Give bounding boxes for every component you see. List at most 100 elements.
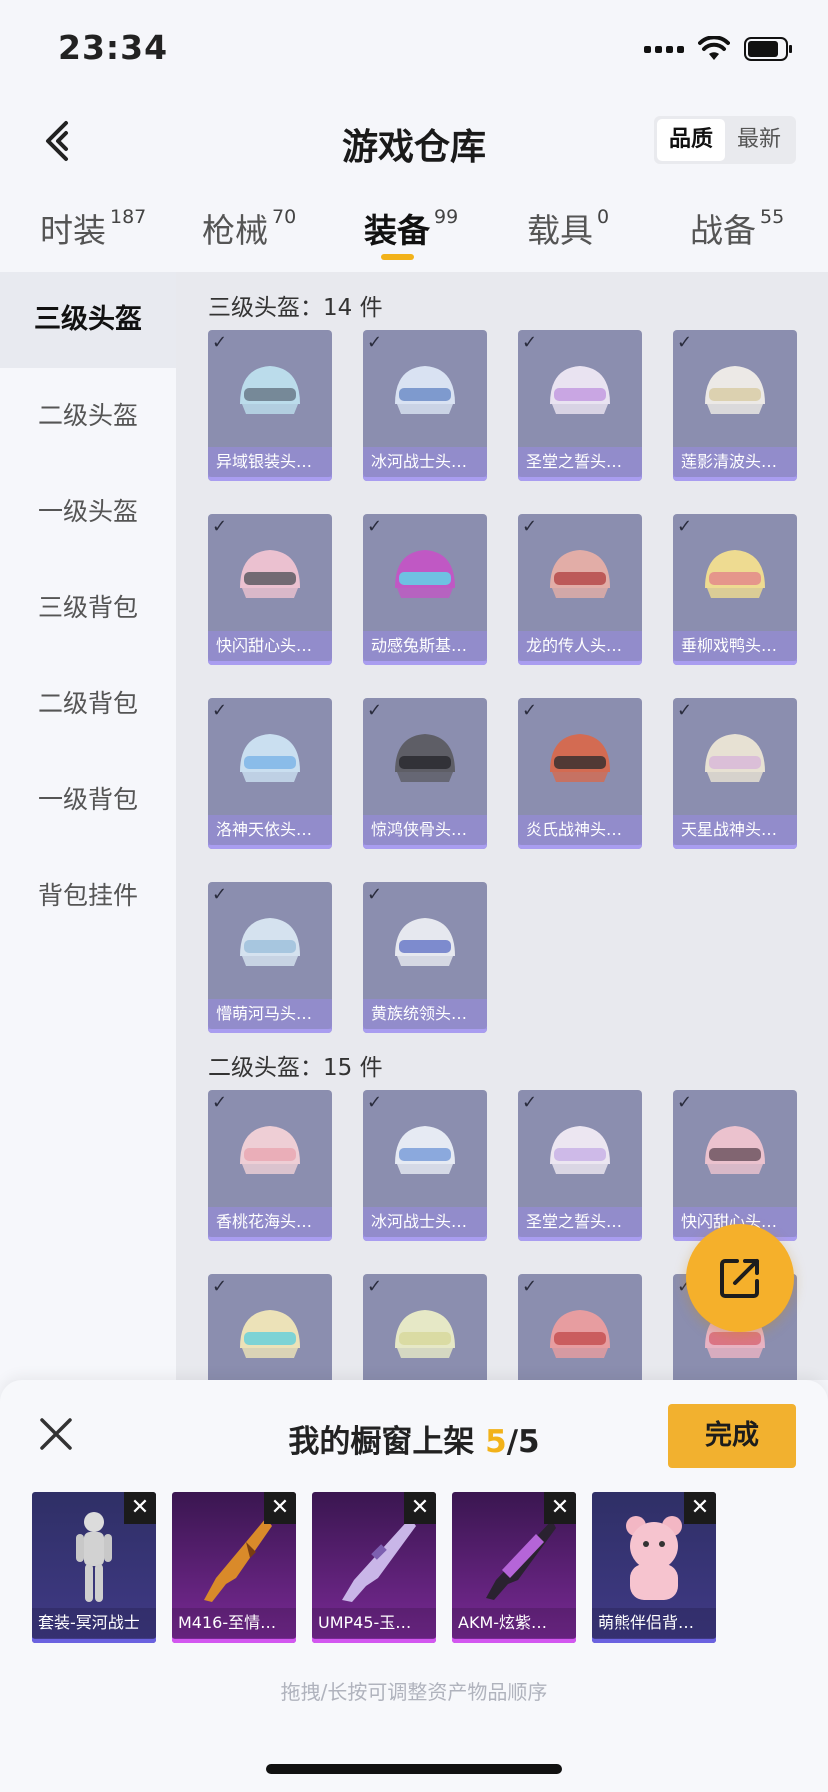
nav-item-level1-helmet[interactable]: 一级头盔 xyxy=(0,464,176,560)
showcase-slot[interactable]: ✕ 萌熊伴侣背… xyxy=(592,1492,716,1643)
item-card[interactable]: ✓ 懵萌河马头… xyxy=(208,882,332,1033)
item-card[interactable]: ✓ 惊鸿侠骨头… xyxy=(363,698,487,849)
check-icon: ✓ xyxy=(212,1276,228,1297)
nav-item-level3-helmet[interactable]: 三级头盔 xyxy=(0,272,176,368)
back-button[interactable] xyxy=(30,114,84,168)
item-card[interactable]: ✓ xyxy=(518,1274,642,1380)
check-icon: ✓ xyxy=(367,1276,383,1297)
check-icon: ✓ xyxy=(367,1092,383,1113)
tab-fashion[interactable]: 时装 187 xyxy=(40,204,146,264)
check-icon: ✓ xyxy=(677,700,693,721)
item-card[interactable]: ✓ 洛神天依头… xyxy=(208,698,332,849)
nav-item-backpack-charm[interactable]: 背包挂件 xyxy=(0,848,176,944)
item-card[interactable]: ✓ 冰河战士头… xyxy=(363,330,487,481)
sheet-title-text: 我的橱窗上架 xyxy=(288,1424,486,1460)
nav-item-level2-helmet[interactable]: 二级头盔 xyxy=(0,368,176,464)
showcase-item-name: 套装-冥河战士 xyxy=(32,1608,156,1638)
item-list[interactable]: 三级头盔：14 件 ✓ 异域银装头… ✓ 冰河战士头… ✓ 圣堂之誓头… ✓ 莲影清波头… ✓ 快… xyxy=(176,272,828,1380)
showcase-slot[interactable]: ✕ 套装-冥河战士 xyxy=(32,1492,156,1643)
tab-supplies[interactable]: 战备 55 xyxy=(690,204,784,264)
item-card[interactable]: ✓ 垂柳戏鸭头… xyxy=(673,514,797,665)
helmet-icon xyxy=(385,354,465,434)
sort-toggle: 品质 最新 xyxy=(654,116,796,164)
item-card[interactable]: ✓ 快闪甜心头… xyxy=(673,1090,797,1241)
item-card[interactable]: ✓ 圣堂之誓头… xyxy=(518,1090,642,1241)
item-name: 圣堂之誓头… xyxy=(518,447,642,477)
item-card[interactable]: ✓ 快闪甜心头… xyxy=(208,514,332,665)
item-card[interactable]: ✓ 异域银装头… xyxy=(208,330,332,481)
helmet-icon xyxy=(540,1114,620,1194)
item-name: 垂柳戏鸭头… xyxy=(673,631,797,661)
share-button[interactable] xyxy=(686,1224,794,1332)
active-tab-indicator xyxy=(381,254,414,260)
tab-count: 99 xyxy=(434,206,459,228)
check-icon: ✓ xyxy=(522,1276,538,1297)
helmet-icon xyxy=(230,538,310,618)
showcase-slot[interactable]: ✕ M416-至情… xyxy=(172,1492,296,1643)
item-card[interactable]: ✓ 黄族统领头… xyxy=(363,882,487,1033)
item-name: 炎氏战神头… xyxy=(518,815,642,845)
tab-weapons[interactable]: 枪械 70 xyxy=(202,204,296,264)
header: 游戏仓库 品质 最新 xyxy=(0,96,828,186)
check-icon: ✓ xyxy=(212,516,228,537)
nav-item-level2-backpack[interactable]: 二级背包 xyxy=(0,656,176,752)
showcase-item-name: AKM-炫紫… xyxy=(452,1608,576,1638)
tab-label: 枪械 xyxy=(202,211,268,250)
item-name: 冰河战士头… xyxy=(363,447,487,477)
check-icon: ✓ xyxy=(522,332,538,353)
helmet-icon xyxy=(385,722,465,802)
status-time: 23:34 xyxy=(58,28,169,67)
remove-icon[interactable]: ✕ xyxy=(264,1492,296,1524)
check-icon: ✓ xyxy=(367,332,383,353)
item-name: 异域银装头… xyxy=(208,447,332,477)
item-card[interactable]: ✓ 圣堂之誓头… xyxy=(518,330,642,481)
check-icon: ✓ xyxy=(677,516,693,537)
item-card[interactable]: ✓ 冰河战士头… xyxy=(363,1090,487,1241)
helmet-icon xyxy=(695,1114,775,1194)
helmet-icon xyxy=(540,354,620,434)
item-name: 黄族统领头… xyxy=(363,999,487,1029)
item-name: 动感兔斯基… xyxy=(363,631,487,661)
tab-vehicles[interactable]: 载具 0 xyxy=(527,204,609,264)
nav-item-level1-backpack[interactable]: 一级背包 xyxy=(0,752,176,848)
remove-icon[interactable]: ✕ xyxy=(544,1492,576,1524)
item-name: 莲影清波头… xyxy=(673,447,797,477)
item-name: 圣堂之誓头… xyxy=(518,1207,642,1237)
sort-option-quality[interactable]: 品质 xyxy=(657,119,725,161)
item-card[interactable]: ✓ 莲影清波头… xyxy=(673,330,797,481)
item-card[interactable]: ✓ xyxy=(208,1274,332,1380)
tab-count: 0 xyxy=(597,206,610,228)
check-icon: ✓ xyxy=(522,1092,538,1113)
item-card[interactable]: ✓ 天星战神头… xyxy=(673,698,797,849)
remove-icon[interactable]: ✕ xyxy=(684,1492,716,1524)
item-card[interactable]: ✓ 香桃花海头… xyxy=(208,1090,332,1241)
showcase-slot[interactable]: ✕ AKM-炫紫… xyxy=(452,1492,576,1643)
item-card[interactable]: ✓ 龙的传人头… xyxy=(518,514,642,665)
nav-item-level3-backpack[interactable]: 三级背包 xyxy=(0,560,176,656)
helmet-icon xyxy=(385,538,465,618)
done-button[interactable]: 完成 xyxy=(668,1404,796,1468)
sheet-close-button[interactable] xyxy=(36,1414,76,1454)
helmet-icon xyxy=(540,538,620,618)
item-card[interactable]: ✓ 炎氏战神头… xyxy=(518,698,642,849)
remove-icon[interactable]: ✕ xyxy=(404,1492,436,1524)
tab-label: 时装 xyxy=(40,211,106,250)
check-icon: ✓ xyxy=(522,700,538,721)
check-icon: ✓ xyxy=(367,884,383,905)
showcase-slot[interactable]: ✕ UMP45-玉… xyxy=(312,1492,436,1643)
tab-label: 装备 xyxy=(364,211,430,250)
check-icon: ✓ xyxy=(677,1092,693,1113)
item-card[interactable]: ✓ xyxy=(363,1274,487,1380)
check-icon: ✓ xyxy=(212,884,228,905)
showcase-item-name: UMP45-玉… xyxy=(312,1608,436,1638)
remove-icon[interactable]: ✕ xyxy=(124,1492,156,1524)
helmet-icon xyxy=(230,906,310,986)
item-card[interactable]: ✓ 动感兔斯基… xyxy=(363,514,487,665)
check-icon: ✓ xyxy=(522,516,538,537)
check-icon: ✓ xyxy=(367,516,383,537)
tab-label: 载具 xyxy=(527,211,593,250)
showcase-sheet: 我的橱窗上架 5/5 完成 ✕ 套装-冥河战士 ✕ M416-至情… ✕ UMP45-玉…… xyxy=(0,1380,828,1792)
showcase-item-name: M416-至情… xyxy=(172,1608,296,1638)
sort-option-newest[interactable]: 最新 xyxy=(725,119,793,161)
section-title: 三级头盔：14 件 xyxy=(208,295,383,321)
